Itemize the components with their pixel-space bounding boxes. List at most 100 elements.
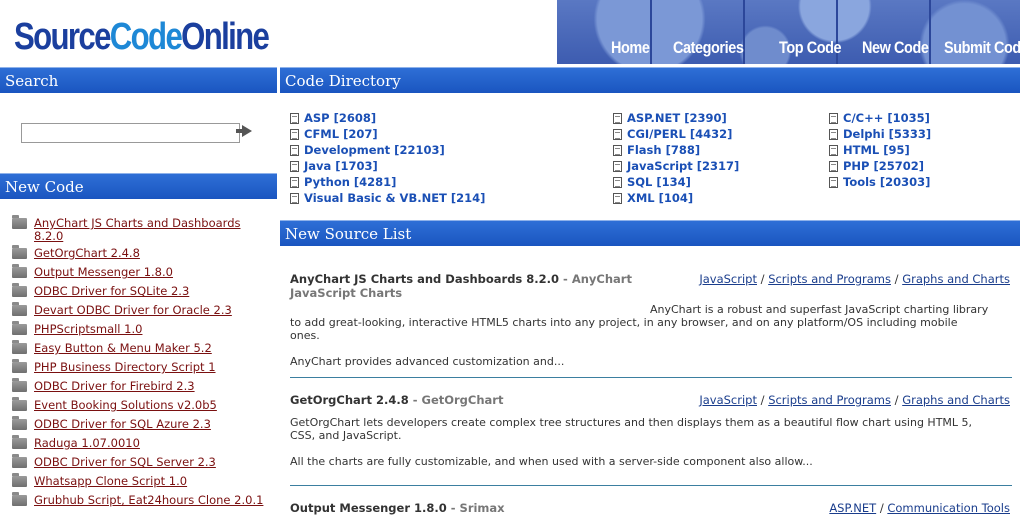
folder-icon xyxy=(12,492,27,506)
source-categories: ASP.NET / Communication Tools xyxy=(829,501,1010,515)
new-code-link[interactable]: ODBC Driver for SQL Server 2.3 xyxy=(34,456,216,469)
folder-icon xyxy=(12,435,27,449)
directory-item: C/C++ [1035] xyxy=(829,110,931,126)
directory-column-2: ASP.NET [2390] CGI/PERL [4432] Flash [78… xyxy=(613,110,739,206)
nav-home[interactable]: Home xyxy=(611,38,650,58)
new-code-link[interactable]: Raduga 1.07.0010 xyxy=(34,437,140,450)
category-link[interactable]: Graphs and Charts xyxy=(902,272,1010,286)
new-code-link[interactable]: Grubhub Script, Eat24hours Clone 2.0.1 xyxy=(34,494,263,507)
category-link[interactable]: ASP.NET xyxy=(829,501,876,515)
directory-link[interactable]: CGI/PERL [4432] xyxy=(627,127,732,141)
folder-icon xyxy=(12,245,27,259)
document-icon xyxy=(290,112,299,124)
directory-item: SQL [134] xyxy=(613,174,739,190)
new-code-link[interactable]: Easy Button & Menu Maker 5.2 xyxy=(34,342,212,355)
list-item: ODBC Driver for SQLite 2.3 xyxy=(12,283,277,304)
nav-categories[interactable]: Categories xyxy=(673,38,744,58)
directory-item: XML [104] xyxy=(613,190,739,206)
directory-link[interactable]: C/C++ [1035] xyxy=(843,111,930,125)
document-icon xyxy=(290,176,299,188)
directory-link[interactable]: XML [104] xyxy=(627,191,693,205)
list-item: ODBC Driver for SQL Server 2.3 xyxy=(12,454,277,475)
source-title[interactable]: GetOrgChart 2.4.8 xyxy=(290,393,409,407)
directory-item: PHP [25702] xyxy=(829,158,931,174)
source-description: GetOrgChart lets developers create compl… xyxy=(290,416,973,429)
directory-link[interactable]: Visual Basic & VB.NET [214] xyxy=(304,191,485,205)
new-code-link[interactable]: Output Messenger 1.8.0 xyxy=(34,266,173,279)
directory-link[interactable]: Flash [788] xyxy=(627,143,700,157)
directory-item: ASP.NET [2390] xyxy=(613,110,739,126)
source-entry: GetOrgChart 2.4.8 - GetOrgChart JavaScri… xyxy=(290,393,1010,468)
list-item: ODBC Driver for Firebird 2.3 xyxy=(12,378,277,399)
category-link[interactable]: Scripts and Programs xyxy=(768,272,891,286)
directory-link[interactable]: Java [1703] xyxy=(304,159,378,173)
directory-link[interactable]: PHP [25702] xyxy=(843,159,924,173)
source-entry: AnyChart JS Charts and Dashboards 8.2.0 … xyxy=(290,272,1010,368)
folder-icon xyxy=(12,359,27,373)
site-logo[interactable]: SourceCodeOnline xyxy=(14,14,270,60)
new-code-link[interactable]: PHP Business Directory Script 1 xyxy=(34,361,216,374)
source-author: AnyChart xyxy=(571,272,632,286)
directory-column-3: C/C++ [1035] Delphi [5333] HTML [95] PHP… xyxy=(829,110,931,190)
folder-icon xyxy=(12,215,27,229)
source-title[interactable]: Output Messenger 1.8.0 xyxy=(290,501,447,515)
new-code-link[interactable]: ODBC Driver for Firebird 2.3 xyxy=(34,380,195,393)
new-code-link[interactable]: Whatsapp Clone Script 1.0 xyxy=(34,475,187,488)
directory-link[interactable]: Delphi [5333] xyxy=(843,127,931,141)
directory-item: CGI/PERL [4432] xyxy=(613,126,739,142)
document-icon xyxy=(613,128,622,140)
new-code-link[interactable]: GetOrgChart 2.4.8 xyxy=(34,247,140,260)
directory-item: Flash [788] xyxy=(613,142,739,158)
folder-icon xyxy=(12,473,27,487)
category-link[interactable]: Scripts and Programs xyxy=(768,393,891,407)
directory-link[interactable]: Python [4281] xyxy=(304,175,396,189)
directory-link[interactable]: CFML [207] xyxy=(304,127,378,141)
new-code-link[interactable]: AnyChart JS Charts and Dashboards 8.2.0 xyxy=(34,217,244,243)
directory-link[interactable]: ASP.NET [2390] xyxy=(627,111,727,125)
directory-item: ASP [2608] xyxy=(290,110,485,126)
source-description: All the charts are fully customizable, a… xyxy=(290,455,813,468)
category-link[interactable]: Graphs and Charts xyxy=(902,393,1010,407)
nav-new-code[interactable]: New Code xyxy=(862,38,929,58)
document-icon xyxy=(290,128,299,140)
directory-link[interactable]: HTML [95] xyxy=(843,143,910,157)
list-item: GetOrgChart 2.4.8 xyxy=(12,245,277,266)
document-icon xyxy=(613,192,622,204)
document-icon xyxy=(829,112,838,124)
source-description: CSS, and JavaScript. xyxy=(290,429,402,442)
folder-icon xyxy=(12,397,27,411)
directory-link[interactable]: ASP [2608] xyxy=(304,111,376,125)
search-submit-icon[interactable] xyxy=(236,125,252,137)
new-code-link[interactable]: PHPScriptsmall 1.0 xyxy=(34,323,142,336)
directory-link[interactable]: Tools [20303] xyxy=(843,175,930,189)
folder-icon xyxy=(12,340,27,354)
directory-item: Java [1703] xyxy=(290,158,485,174)
search-input[interactable] xyxy=(21,123,240,143)
directory-item: Python [4281] xyxy=(290,174,485,190)
new-code-link[interactable]: Devart ODBC Driver for Oracle 2.3 xyxy=(34,304,232,317)
new-code-link[interactable]: Event Booking Solutions v2.0b5 xyxy=(34,399,217,412)
new-code-link[interactable]: ODBC Driver for SQL Azure 2.3 xyxy=(34,418,211,431)
directory-link[interactable]: SQL [134] xyxy=(627,175,691,189)
document-icon xyxy=(290,192,299,204)
divider xyxy=(290,485,1012,486)
folder-icon xyxy=(12,454,27,468)
list-item: Whatsapp Clone Script 1.0 xyxy=(12,473,277,494)
source-categories: JavaScript / Scripts and Programs / Grap… xyxy=(699,272,1010,286)
new-code-link[interactable]: ODBC Driver for SQLite 2.3 xyxy=(34,285,189,298)
new-code-panel-title: New Code xyxy=(0,173,277,199)
directory-item: CFML [207] xyxy=(290,126,485,142)
directory-link[interactable]: Development [22103] xyxy=(304,143,445,157)
source-title[interactable]: AnyChart JS Charts and Dashboards 8.2.0 xyxy=(290,272,559,286)
document-icon xyxy=(829,144,838,156)
nav-top-code[interactable]: Top Code xyxy=(779,38,842,58)
category-link[interactable]: JavaScript xyxy=(699,272,757,286)
code-directory-title: Code Directory xyxy=(280,67,1020,93)
directory-item: JavaScript [2317] xyxy=(613,158,739,174)
nav-submit-code[interactable]: Submit Code xyxy=(944,38,1020,58)
category-link[interactable]: JavaScript xyxy=(699,393,757,407)
directory-item: Development [22103] xyxy=(290,142,485,158)
document-icon xyxy=(613,176,622,188)
category-link[interactable]: Communication Tools xyxy=(887,501,1010,515)
directory-link[interactable]: JavaScript [2317] xyxy=(627,159,739,173)
